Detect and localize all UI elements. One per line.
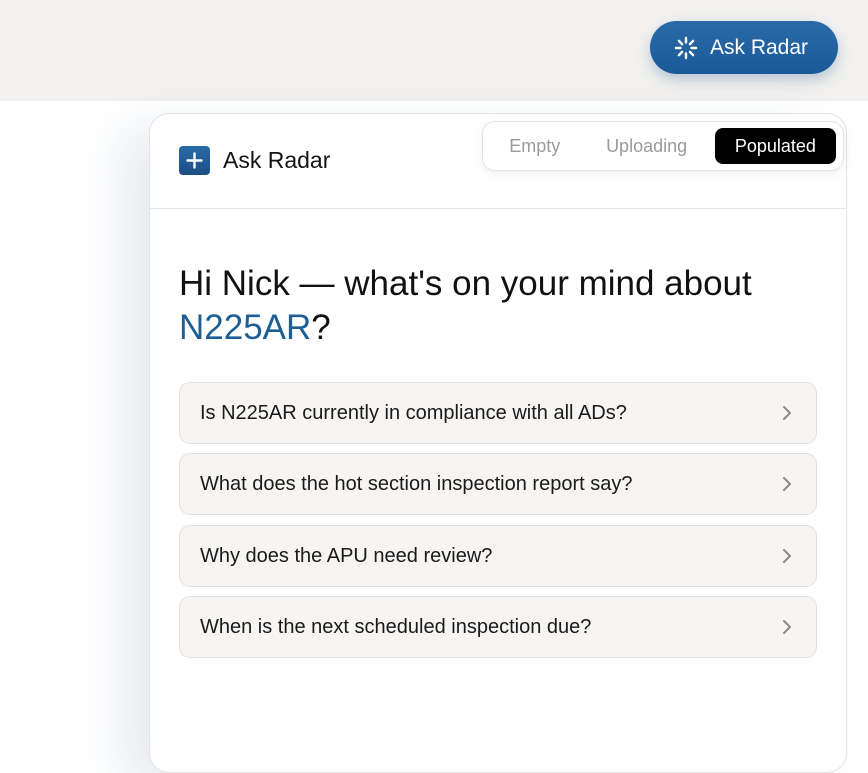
suggestion-text: What does the hot section inspection rep… [200, 472, 633, 495]
ask-radar-button-label: Ask Radar [710, 35, 809, 59]
chevron-right-icon [783, 620, 791, 634]
suggestion-text: Is N225AR currently in compliance with a… [200, 401, 627, 424]
greeting-heading: Hi Nick — what's on your mind about N225… [179, 262, 819, 350]
state-tab-uploading[interactable]: Uploading [579, 128, 715, 164]
greeting-prefix: Hi Nick — what's on your mind about [179, 264, 752, 303]
tail-number: N225AR [179, 308, 312, 347]
chevron-right-icon [783, 406, 791, 420]
suggestion-text: Why does the APU need review? [200, 544, 493, 567]
suggestion-item[interactable]: When is the next scheduled inspection du… [179, 596, 817, 658]
chevron-right-icon [783, 549, 791, 563]
plus-icon [179, 146, 210, 175]
suggestion-item[interactable]: What does the hot section inspection rep… [179, 453, 817, 515]
greeting-suffix: ? [311, 308, 331, 347]
suggestion-item[interactable]: Is N225AR currently in compliance with a… [179, 382, 817, 444]
suggestion-text: When is the next scheduled inspection du… [200, 615, 592, 638]
suggestion-item[interactable]: Why does the APU need review? [179, 525, 817, 587]
state-tab-empty[interactable]: Empty [491, 128, 579, 164]
state-tab-populated[interactable]: Populated [714, 128, 836, 164]
ask-radar-button[interactable]: Ask Radar [650, 21, 838, 74]
state-switcher: Empty Uploading Populated [482, 121, 844, 171]
panel-title: Ask Radar [223, 147, 331, 173]
chevron-right-icon [783, 477, 791, 491]
loading-spinner-icon [674, 36, 698, 59]
